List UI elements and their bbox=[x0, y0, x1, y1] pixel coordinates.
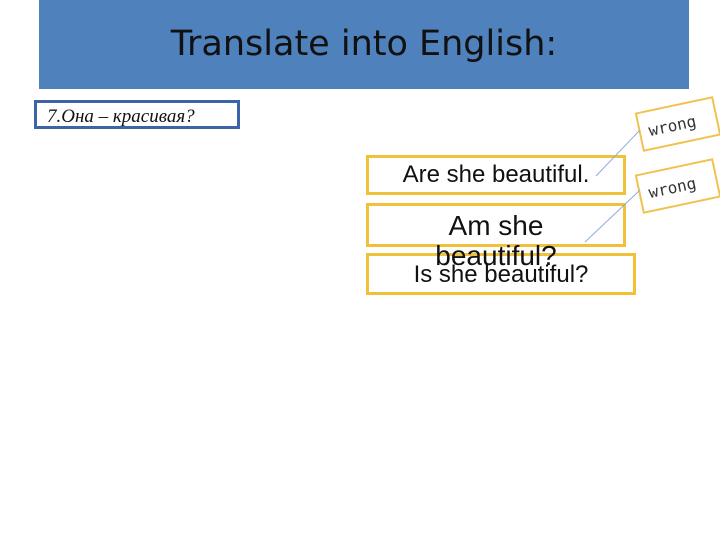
answer-option-2-overflow: beautiful? bbox=[435, 240, 557, 271]
wrong-tag-1: wrong bbox=[634, 96, 720, 152]
title-bar: Translate into English: bbox=[39, 0, 689, 89]
question-text: 7.Она – красивая? bbox=[47, 106, 195, 127]
wrong-tag-2: wrong bbox=[634, 158, 720, 214]
question-box: 7.Она – красивая? bbox=[34, 100, 240, 129]
answer-option-1[interactable]: Are she beautiful. bbox=[366, 155, 626, 195]
wrong-tag-2-label: wrong bbox=[646, 173, 698, 203]
slide-title: Translate into English: bbox=[170, 24, 558, 64]
wrong-tag-1-label: wrong bbox=[646, 111, 698, 141]
